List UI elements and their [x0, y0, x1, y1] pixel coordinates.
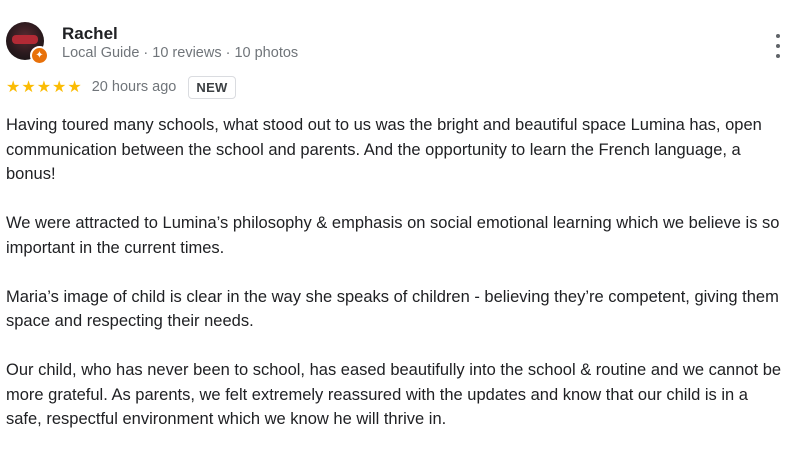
review-paragraph: Our child, who has never been to school,…	[6, 361, 782, 428]
review-timestamp: 20 hours ago	[91, 79, 177, 95]
avatar[interactable]: ✦	[6, 22, 49, 65]
rating-row: ★ ★ ★ ★ ★ 20 hours ago NEW	[6, 75, 236, 99]
author-meta: Local Guide · 10 reviews · 10 photos	[62, 45, 299, 61]
review-paragraph: Maria’s image of child is clear in the w…	[6, 287, 779, 331]
star-icon: ★	[67, 77, 82, 96]
star-icon: ★	[21, 77, 36, 96]
review-text: Having toured many schools, what stood o…	[6, 113, 782, 456]
local-guide-badge-icon: ✦	[30, 46, 49, 65]
review-card: ✦ Rachel Local Guide · 10 reviews · 10 p…	[0, 0, 786, 442]
star-rating: ★ ★ ★ ★ ★	[6, 79, 82, 95]
more-vert-icon	[776, 34, 780, 38]
star-icon: ★	[6, 77, 21, 96]
more-options-button[interactable]	[768, 32, 786, 60]
star-icon: ★	[52, 77, 67, 96]
review-paragraph: We were attracted to Lumina’s philosophy…	[6, 214, 780, 257]
author-name[interactable]: Rachel	[62, 24, 118, 44]
star-icon: ★	[36, 77, 52, 96]
new-badge: NEW	[188, 75, 236, 99]
review-paragraph: Having toured many schools, what stood o…	[6, 116, 762, 183]
